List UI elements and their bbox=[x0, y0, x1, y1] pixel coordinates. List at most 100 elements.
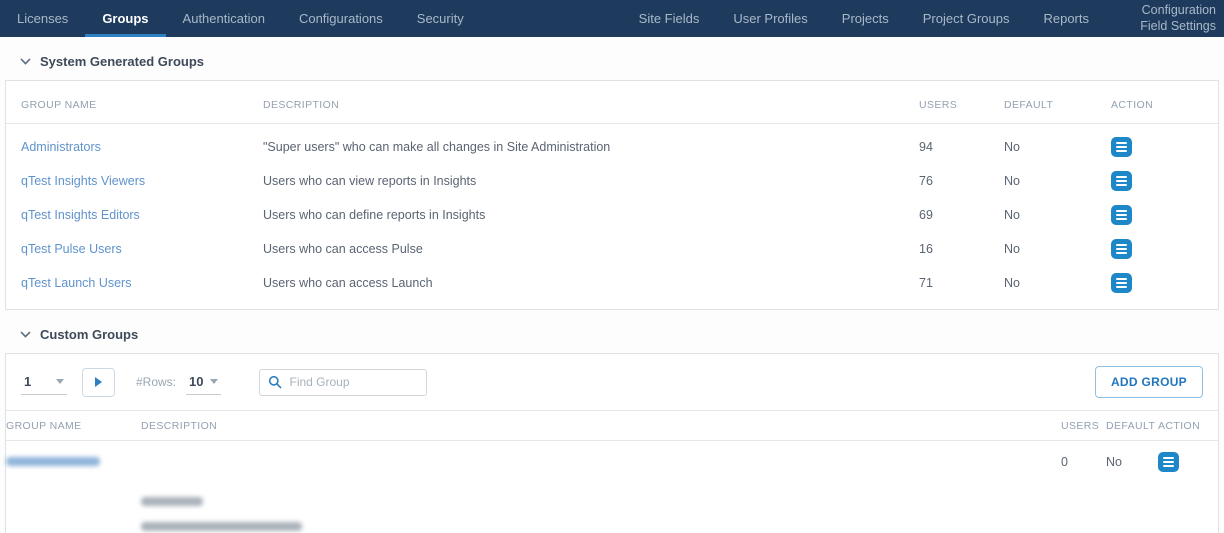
users-count-cell: 94 bbox=[919, 140, 933, 154]
table-row: 0No bbox=[6, 483, 1218, 533]
row-action-menu-button[interactable] bbox=[1111, 171, 1132, 191]
group-description-cell: Users who can access Launch bbox=[263, 276, 433, 290]
redacted-text bbox=[141, 522, 302, 531]
group-name-cell: qTest Pulse Users bbox=[6, 232, 263, 266]
find-group-input[interactable] bbox=[289, 375, 419, 389]
find-group-search-box bbox=[259, 368, 428, 396]
column-header-group-name: GROUP NAME bbox=[6, 81, 263, 124]
main-content: System Generated Groups GROUP NAME DESCR… bbox=[0, 37, 1224, 533]
users-count-cell: 76 bbox=[919, 174, 933, 188]
menu-icon bbox=[1116, 184, 1127, 186]
default-flag-cell: No bbox=[1004, 276, 1020, 290]
group-name-cell: qTest Launch Users bbox=[6, 266, 263, 309]
default-flag-cell: No bbox=[1106, 455, 1122, 469]
chevron-down-icon bbox=[210, 379, 219, 384]
default-flag-cell: No bbox=[1004, 140, 1020, 154]
action-cell bbox=[1111, 164, 1218, 198]
custom-groups-table: GROUP NAME DESCRIPTION USERS DEFAULT ACT… bbox=[6, 411, 1218, 533]
default-flag-cell: No bbox=[1004, 174, 1020, 188]
nav-item-configurations[interactable]: Configurations bbox=[282, 0, 400, 37]
nav-item-licenses[interactable]: Licenses bbox=[0, 0, 85, 37]
table-row: qTest Insights Editors Users who can defi… bbox=[6, 198, 1218, 232]
nav-item-projects[interactable]: Projects bbox=[825, 0, 906, 37]
table-row: 0 No bbox=[6, 441, 1218, 484]
nav-item-reports[interactable]: Reports bbox=[1026, 0, 1106, 37]
nav-item-project-groups[interactable]: Project Groups bbox=[906, 0, 1027, 37]
row-action-menu-button[interactable] bbox=[1158, 452, 1179, 472]
nav-item-user-profiles[interactable]: User Profiles bbox=[716, 0, 824, 37]
chevron-down-icon[interactable] bbox=[20, 58, 31, 65]
nav-item-configuration-field-settings[interactable]: Configuration Field Settings bbox=[1106, 0, 1224, 37]
add-group-button[interactable]: ADD GROUP bbox=[1094, 366, 1203, 398]
action-cell bbox=[1111, 124, 1218, 165]
menu-icon bbox=[1116, 252, 1127, 254]
column-header-default: DEFAULT bbox=[1004, 81, 1111, 124]
users-count-cell: 0 bbox=[1061, 483, 1106, 533]
nav-item-site-fields[interactable]: Site Fields bbox=[622, 0, 717, 37]
group-name-link[interactable]: Administrators bbox=[21, 140, 101, 154]
action-cell bbox=[1111, 198, 1218, 232]
rows-per-page-value: 10 bbox=[189, 374, 204, 389]
page-number-select[interactable]: 1 bbox=[21, 369, 67, 395]
default-flag-cell: No bbox=[1106, 483, 1158, 533]
menu-icon bbox=[1116, 282, 1127, 284]
users-count-cell: 71 bbox=[919, 276, 933, 290]
menu-icon bbox=[1116, 218, 1127, 220]
chevron-down-icon[interactable] bbox=[20, 331, 31, 338]
group-name-cell bbox=[6, 483, 141, 533]
chevron-down-icon bbox=[56, 379, 64, 384]
menu-icon bbox=[1116, 214, 1127, 216]
custom-groups-section-header: Custom Groups bbox=[5, 310, 1219, 353]
nav-item-security[interactable]: Security bbox=[400, 0, 481, 37]
group-name-link[interactable]: qTest Insights Editors bbox=[21, 208, 140, 222]
row-action-menu-button[interactable] bbox=[1111, 273, 1132, 293]
action-cell bbox=[1158, 483, 1218, 533]
group-name-cell bbox=[6, 441, 141, 484]
search-icon bbox=[268, 375, 282, 389]
column-header-description: DESCRIPTION bbox=[263, 81, 919, 124]
column-header-action: ACTION bbox=[1111, 81, 1218, 124]
group-name-link[interactable] bbox=[6, 455, 100, 469]
menu-icon bbox=[1116, 180, 1127, 182]
group-name-cell: qTest Insights Viewers bbox=[6, 164, 263, 198]
group-description-cell: Users who can access Pulse bbox=[263, 242, 423, 256]
group-name-link[interactable]: qTest Launch Users bbox=[21, 276, 131, 290]
action-cell bbox=[1111, 232, 1218, 266]
group-description-cell: "Super users" who can make all changes i… bbox=[263, 140, 611, 154]
menu-icon bbox=[1116, 278, 1127, 280]
rows-per-page-label: #Rows: bbox=[136, 375, 177, 389]
row-action-menu-button[interactable] bbox=[1111, 239, 1132, 259]
nav-item-authentication[interactable]: Authentication bbox=[166, 0, 282, 37]
column-header-description: DESCRIPTION bbox=[141, 411, 1061, 441]
group-name-link[interactable]: qTest Pulse Users bbox=[21, 242, 122, 256]
row-action-menu-button[interactable] bbox=[1111, 205, 1132, 225]
next-page-icon bbox=[95, 377, 102, 387]
group-name-cell: qTest Insights Editors bbox=[6, 198, 263, 232]
menu-icon bbox=[1163, 465, 1174, 467]
menu-icon bbox=[1116, 244, 1127, 246]
next-page-button[interactable] bbox=[82, 367, 115, 397]
nav-right-group: Site Fields User Profiles Projects Project … bbox=[622, 0, 1224, 37]
system-groups-table: GROUP NAME DESCRIPTION USERS DEFAULT ACT… bbox=[6, 81, 1218, 309]
custom-groups-card: 1 #Rows: 10 ADD GROUP bbox=[5, 353, 1219, 533]
redacted-text bbox=[6, 457, 100, 466]
menu-icon bbox=[1163, 461, 1174, 463]
nav-item-groups[interactable]: Groups bbox=[85, 0, 166, 37]
group-description-cell bbox=[141, 441, 1061, 484]
table-row: qTest Insights Viewers Users who can view… bbox=[6, 164, 1218, 198]
system-groups-card: GROUP NAME DESCRIPTION USERS DEFAULT ACT… bbox=[5, 80, 1219, 310]
system-groups-section-header: System Generated Groups bbox=[5, 37, 1219, 80]
rows-per-page-select[interactable]: 10 bbox=[186, 369, 222, 395]
table-row: qTest Pulse Users Users who can access Pu… bbox=[6, 232, 1218, 266]
users-count-cell: 0 bbox=[1061, 455, 1068, 469]
default-flag-cell: No bbox=[1004, 208, 1020, 222]
menu-icon bbox=[1116, 286, 1127, 288]
users-count-cell: 69 bbox=[919, 208, 933, 222]
column-header-action: ACTION bbox=[1158, 411, 1218, 441]
column-header-users: USERS bbox=[1061, 411, 1106, 441]
group-name-link[interactable]: qTest Insights Viewers bbox=[21, 174, 145, 188]
row-action-menu-button[interactable] bbox=[1111, 137, 1132, 157]
default-flag-cell: No bbox=[1004, 242, 1020, 256]
section-title: Custom Groups bbox=[40, 327, 139, 342]
action-cell bbox=[1111, 266, 1218, 309]
